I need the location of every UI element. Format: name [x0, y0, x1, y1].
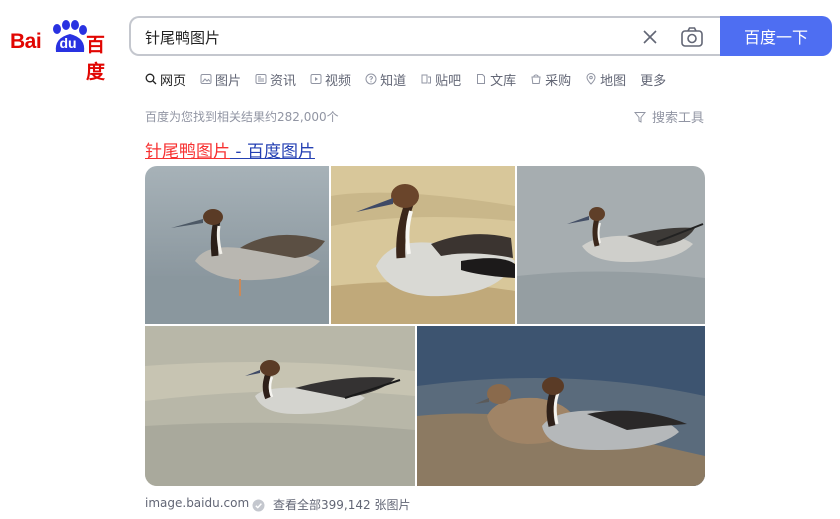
camera-icon[interactable] — [680, 26, 704, 48]
tab-wenku[interactable]: 文库 — [475, 68, 516, 90]
result-title-rest: - 百度图片 — [230, 142, 315, 162]
question-icon — [365, 73, 377, 85]
search-button[interactable]: 百度一下 — [720, 16, 832, 56]
result-count: 百度为您找到相关结果约282,000个 — [145, 110, 339, 124]
baidu-logo[interactable]: Bai du 百度 — [10, 20, 114, 83]
tab-label: 地图 — [600, 73, 627, 89]
tab-map[interactable]: 地图 — [585, 68, 626, 90]
tab-news[interactable]: 资讯 — [255, 68, 296, 90]
view-all-images-link[interactable]: 查看全部399,142 张图片 — [273, 496, 410, 513]
tab-label: 更多 — [640, 73, 667, 89]
doc-icon — [477, 74, 486, 84]
result-image-1[interactable] — [145, 166, 329, 324]
image-grid — [145, 166, 705, 486]
search-tools-button[interactable]: 搜索工具 — [634, 107, 704, 126]
news-icon — [255, 74, 267, 84]
search-tools-label: 搜索工具 — [652, 111, 705, 126]
video-icon — [310, 74, 322, 84]
tab-label: 图片 — [215, 73, 242, 89]
logo-text-bai: Bai — [10, 30, 42, 53]
shield-icon — [252, 499, 265, 512]
logo-text-cn: 百度 — [86, 34, 106, 83]
result-image-4[interactable] — [145, 326, 415, 486]
result-source: image.baidu.com — [145, 496, 250, 510]
logo-text-du: du — [59, 35, 77, 51]
result-title-highlight: 针尾鸭图片 — [145, 142, 230, 162]
duck-photo-1 — [145, 166, 329, 324]
search-input[interactable] — [145, 26, 625, 48]
result-image-5[interactable] — [417, 326, 705, 486]
tab-label: 视频 — [325, 73, 352, 89]
tab-zhidao[interactable]: 知道 — [365, 68, 406, 90]
map-icon — [586, 73, 596, 85]
close-icon[interactable] — [639, 26, 661, 48]
result-image-2[interactable] — [331, 166, 515, 324]
shopping-icon — [531, 74, 541, 84]
duck-photo-5 — [417, 326, 705, 486]
filter-icon — [634, 111, 646, 123]
tab-label: 网页 — [160, 73, 187, 89]
result-title-link[interactable]: 针尾鸭图片 - 百度图片 — [145, 137, 315, 162]
duck-photo-4 — [145, 326, 415, 486]
nav-tabs: 网页 图片 资讯 视频 知道 贴吧 文库 采购 地图 更多 — [145, 68, 680, 90]
image-icon — [200, 74, 212, 84]
tab-tieba[interactable]: 贴吧 — [420, 68, 461, 90]
tieba-icon — [421, 74, 432, 84]
tab-web[interactable]: 网页 — [145, 68, 186, 90]
duck-photo-2 — [331, 166, 515, 324]
tab-shopping[interactable]: 采购 — [530, 68, 571, 90]
duck-photo-3 — [517, 166, 705, 324]
tab-label: 贴吧 — [435, 73, 462, 89]
tab-label: 资讯 — [270, 73, 297, 89]
tab-images[interactable]: 图片 — [200, 68, 241, 90]
tab-label: 文库 — [490, 73, 517, 89]
search-icon — [145, 73, 157, 85]
tab-label: 知道 — [380, 73, 407, 89]
search-box — [129, 16, 729, 56]
tab-more[interactable]: 更多 — [640, 68, 666, 90]
tab-label: 采购 — [545, 73, 572, 89]
tab-video[interactable]: 视频 — [310, 68, 351, 90]
result-image-3[interactable] — [517, 166, 705, 324]
